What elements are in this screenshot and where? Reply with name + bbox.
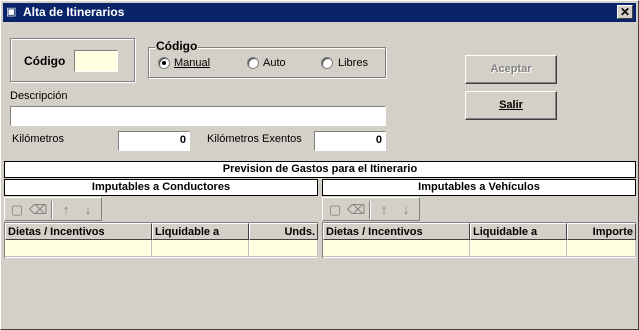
kilometros-label: Kilómetros (12, 133, 64, 145)
radio-libres[interactable]: Libres (321, 57, 377, 71)
column-header-dietas[interactable]: Dietas / Incentivos (323, 223, 470, 240)
grid-cell[interactable] (323, 240, 470, 257)
exit-button-label: Salir (499, 99, 523, 111)
column-header-importe[interactable]: Importe (567, 223, 636, 240)
radio-manual-circle[interactable] (158, 57, 170, 69)
conductores-toolbar: ▢ ⌫ ↑ ↓ (4, 197, 102, 221)
column-header-dietas[interactable]: Dietas / Incentivos (5, 223, 152, 240)
arrow-down-icon[interactable]: ↓ (397, 201, 415, 219)
kilometros-exentos-label: Kilómetros Exentos (207, 133, 302, 145)
column-header-unds[interactable]: Unds. (249, 223, 318, 240)
close-icon: ✕ (619, 5, 631, 19)
new-icon[interactable]: ▢ (326, 201, 344, 219)
title-bar[interactable]: ▣ Alta de Itinerarios ✕ (3, 3, 636, 22)
close-button[interactable]: ✕ (617, 5, 633, 19)
toolbar-separator (369, 201, 371, 219)
arrow-down-icon[interactable]: ↓ (79, 201, 97, 219)
window-title: Alta de Itinerarios (23, 5, 125, 19)
radio-manual-label: Manual (174, 57, 211, 69)
codigo-label: Código (24, 54, 66, 68)
column-header-liquidable[interactable]: Liquidable a (152, 223, 249, 240)
conductores-title: Imputables a Conductores (91, 181, 231, 193)
conductores-header: Imputables a Conductores (4, 179, 318, 196)
column-header-liquidable[interactable]: Liquidable a (470, 223, 567, 240)
arrow-up-icon[interactable]: ↑ (57, 201, 75, 219)
radio-libres-circle[interactable] (321, 57, 333, 69)
grid-cell[interactable] (470, 240, 567, 257)
accept-button[interactable]: Aceptar (465, 55, 557, 84)
radio-auto-circle[interactable] (247, 57, 259, 69)
toolbar-separator (51, 201, 53, 219)
grid-cell[interactable] (567, 240, 636, 257)
radio-auto-label: Auto (263, 57, 286, 69)
grid-cell[interactable] (152, 240, 249, 257)
grid-cell[interactable] (5, 240, 152, 257)
kilometros-exentos-input[interactable]: 0 (314, 131, 386, 151)
arrow-up-icon[interactable]: ↑ (375, 201, 393, 219)
vehiculos-grid[interactable]: Dietas / Incentivos Liquidable a Importe (322, 222, 636, 258)
alta-itinerarios-window: ▣ Alta de Itinerarios ✕ Código Código Ma… (0, 0, 639, 330)
grid-cell[interactable] (249, 240, 318, 257)
vehiculos-toolbar: ▢ ⌫ ↑ ↓ (322, 197, 420, 221)
radio-auto[interactable]: Auto (247, 57, 297, 71)
erase-icon[interactable]: ⌫ (347, 201, 365, 219)
descripcion-input[interactable] (10, 106, 386, 126)
codigo-mode-legend: Código (155, 39, 199, 53)
vehiculos-title: Imputables a Vehículos (418, 181, 540, 193)
conductores-grid[interactable]: Dietas / Incentivos Liquidable a Unds. (4, 222, 318, 258)
app-icon: ▣ (6, 6, 17, 18)
radio-libres-label: Libres (338, 57, 368, 69)
descripcion-label: Descripción (10, 90, 68, 102)
radio-manual[interactable]: Manual (158, 57, 218, 71)
kilometros-input[interactable]: 0 (118, 131, 190, 151)
radio-selected-dot (162, 61, 166, 65)
prevision-header: Prevision de Gastos para el Itinerario (4, 161, 636, 178)
codigo-input[interactable] (74, 50, 118, 72)
vehiculos-header: Imputables a Vehículos (322, 179, 636, 196)
exit-button[interactable]: Salir (465, 91, 557, 120)
erase-icon[interactable]: ⌫ (29, 201, 47, 219)
new-icon[interactable]: ▢ (8, 201, 26, 219)
